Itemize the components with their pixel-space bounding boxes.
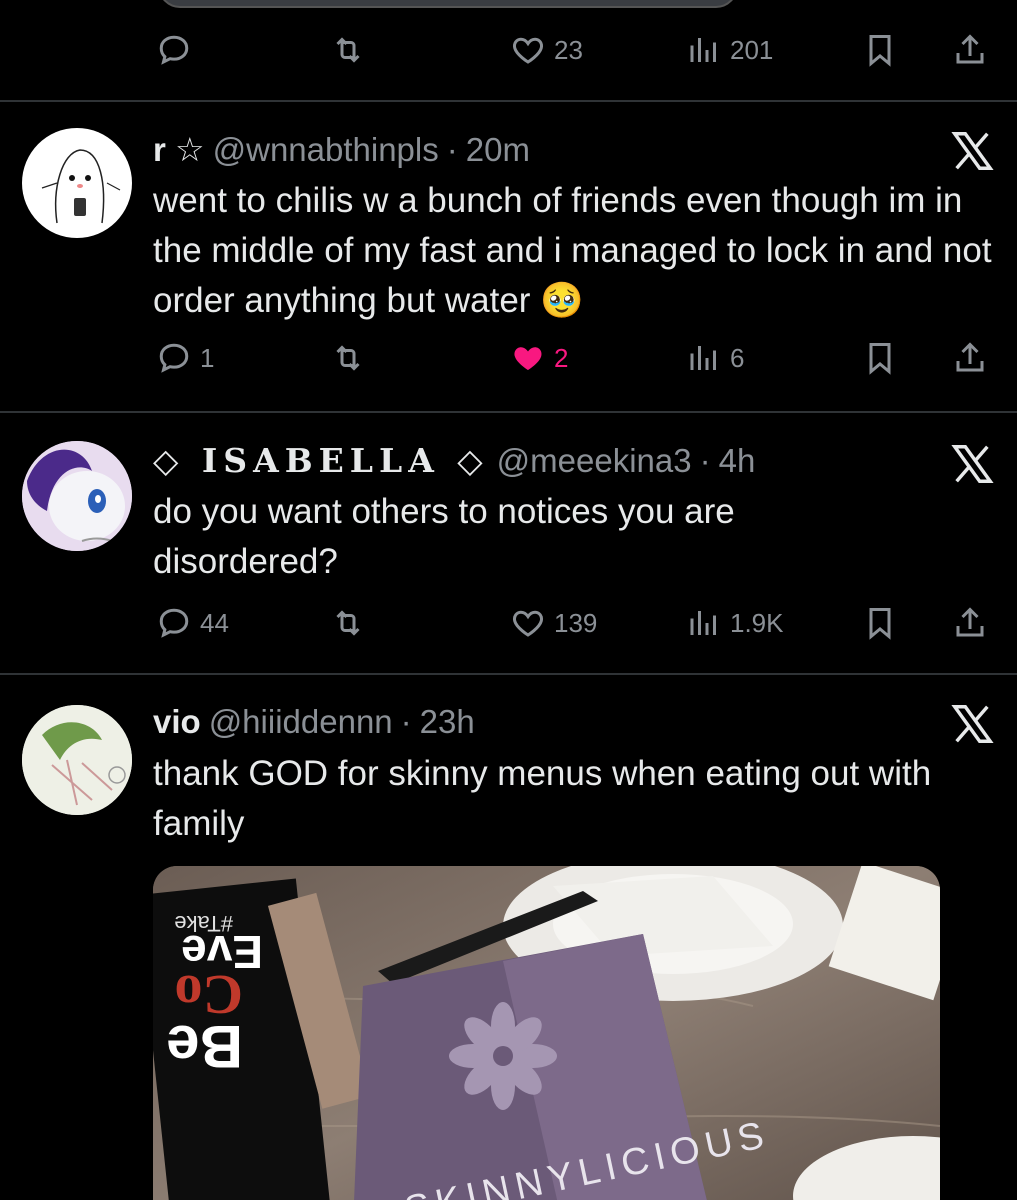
share-icon — [956, 607, 984, 637]
tweet-text: thank GOD for skinny menus when eating o… — [153, 754, 932, 843]
tweet-text: do you want others to notices you are di… — [153, 492, 735, 581]
bookmark-button[interactable] — [862, 338, 898, 378]
handle[interactable]: @hiiiddennn — [209, 703, 393, 741]
views-icon — [690, 38, 716, 62]
timestamp[interactable]: 20m — [466, 131, 530, 169]
separator: · — [699, 442, 711, 479]
reply-button[interactable] — [156, 30, 192, 70]
share-icon — [956, 342, 984, 372]
timestamp[interactable]: 4h — [719, 442, 756, 480]
tweet-actions: 1 2 6 — [0, 338, 1017, 378]
view-count: 201 — [730, 34, 774, 65]
handle[interactable]: @wnnabthinpls — [213, 131, 439, 169]
display-name[interactable]: r ☆ — [153, 130, 205, 169]
previous-tweet-media[interactable] — [158, 0, 738, 8]
book-be: Be — [166, 1013, 243, 1080]
reply-button[interactable]: 44 — [156, 603, 229, 643]
tweet-text: went to chilis w a bunch of friends even… — [153, 181, 992, 320]
views-button[interactable]: 1.9K — [686, 603, 784, 643]
previous-tweet-actions: 23 201 — [0, 30, 1017, 70]
share-button[interactable] — [952, 603, 988, 643]
retweet-button[interactable] — [330, 338, 366, 378]
heart-icon — [514, 347, 542, 370]
display-name[interactable]: ◇ ISABELLA ◇ — [153, 441, 489, 480]
tweet[interactable]: ◇ ISABELLA ◇ @meeekina3 · 4h do you want… — [0, 413, 1017, 673]
views-icon — [690, 346, 716, 370]
tweet-header: r ☆ @wnnabthinpls · 20m — [153, 130, 530, 169]
bookmark-icon — [869, 608, 891, 640]
avatar[interactable] — [22, 705, 132, 815]
heart-icon — [513, 610, 543, 637]
like-count: 2 — [554, 342, 569, 373]
like-button[interactable]: 2 — [510, 338, 568, 378]
bookmark-icon — [869, 343, 891, 375]
x-logo-icon — [951, 705, 994, 743]
tweet-photo[interactable]: #Take Eve Co Be SKINNYLICIOUS — [153, 866, 940, 1200]
restaurant-table-photo: #Take Eve Co Be SKINNYLICIOUS — [153, 866, 940, 1200]
reply-button[interactable]: 1 — [156, 338, 214, 378]
like-count: 139 — [554, 607, 598, 638]
tweet-actions: 44 139 1.9K — [0, 603, 1017, 643]
bookmark-button[interactable] — [862, 30, 898, 70]
like-count: 23 — [554, 34, 583, 65]
separator: · — [446, 131, 458, 168]
avatar[interactable] — [22, 128, 132, 238]
avatar[interactable] — [22, 441, 132, 551]
tweet-header: vio @hiiiddennn · 23h — [153, 703, 475, 741]
views-button[interactable]: 6 — [686, 338, 744, 378]
reply-count: 1 — [200, 342, 215, 373]
timestamp[interactable]: 23h — [420, 703, 475, 741]
handle[interactable]: @meeekina3 — [497, 442, 692, 480]
retweet-button[interactable] — [330, 603, 366, 643]
x-logo-icon — [951, 132, 994, 170]
x-logo-icon — [951, 445, 994, 483]
like-button[interactable]: 23 — [510, 30, 583, 70]
reply-count: 44 — [200, 607, 229, 638]
retweet-icon — [336, 345, 360, 371]
views-icon — [690, 611, 716, 635]
tweet[interactable]: r ☆ @wnnabthinpls · 20m went to chilis w… — [0, 102, 1017, 412]
reply-icon — [159, 343, 189, 373]
like-button[interactable]: 139 — [510, 603, 597, 643]
reply-icon — [159, 608, 189, 638]
heart-icon — [513, 37, 543, 64]
view-count: 1.9K — [730, 607, 784, 638]
view-count: 6 — [730, 342, 745, 373]
bookmark-button[interactable] — [862, 603, 898, 643]
share-button[interactable] — [952, 338, 988, 378]
share-icon — [956, 34, 984, 64]
views-button[interactable]: 201 — [686, 30, 773, 70]
share-button[interactable] — [952, 30, 988, 70]
retweet-icon — [336, 610, 360, 636]
separator: · — [400, 703, 412, 740]
retweet-button[interactable] — [330, 30, 366, 70]
retweet-icon — [336, 37, 360, 63]
tweet-header: ◇ ISABELLA ◇ @meeekina3 · 4h — [153, 441, 755, 480]
display-name[interactable]: vio — [153, 703, 201, 741]
bookmark-icon — [869, 35, 891, 67]
reply-icon — [159, 35, 189, 65]
